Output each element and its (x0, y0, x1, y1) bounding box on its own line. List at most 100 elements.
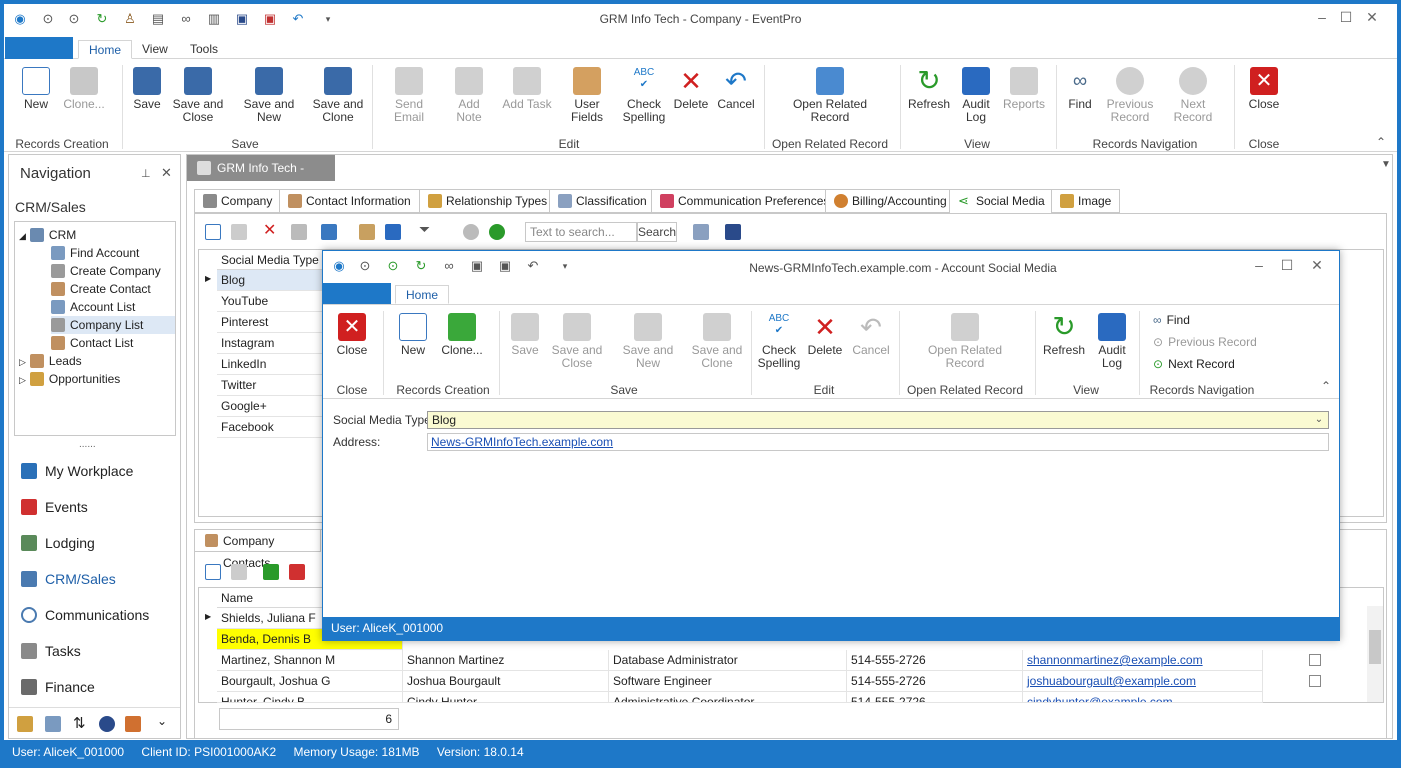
audit-icon[interactable] (385, 224, 401, 240)
find-button[interactable]: ∞ Find (1064, 67, 1096, 111)
refresh-button[interactable]: ↻ Refresh (906, 67, 952, 111)
contact-checkbox[interactable] (1309, 675, 1321, 687)
reports-button[interactable]: Reports (1002, 67, 1046, 111)
chevron-down-icon[interactable]: ⌄ (1312, 412, 1326, 428)
module-crm-sales[interactable]: CRM/Sales (21, 567, 116, 591)
search-input[interactable]: Text to search... (525, 222, 637, 242)
filter-icon[interactable]: ⏷ (419, 221, 430, 238)
dialog-close-button[interactable]: ✕ Close (333, 313, 371, 357)
close-button[interactable]: ✕ Close (1244, 67, 1284, 111)
dialog-collapse-ribbon-icon[interactable]: ⌃ (1321, 379, 1331, 393)
save-and-close-button[interactable]: Save and Close (172, 67, 224, 124)
contact-email-link[interactable]: cindyhunter@example.com (1027, 695, 1173, 702)
find-icon[interactable] (693, 224, 709, 240)
tab-classification[interactable]: Classification (549, 189, 656, 213)
tab-home[interactable]: Home (78, 40, 133, 59)
close-tab-icon[interactable]: ✕ (340, 155, 350, 181)
tree-item-leads[interactable]: ▷ Leads (19, 352, 82, 370)
clone-contact-icon[interactable] (231, 564, 247, 580)
contact-email-link[interactable]: shannonmartinez@example.com (1027, 653, 1203, 667)
dialog-delete-button[interactable]: ✕ Delete (807, 313, 843, 357)
pin-icon[interactable]: ⊥ (141, 167, 151, 180)
chevron-down-icon[interactable]: ⌄ (157, 714, 167, 728)
tree-item-crm[interactable]: ◢ CRM (19, 226, 76, 244)
splitter-grip[interactable]: ...... (79, 439, 96, 450)
remove-contact-icon[interactable] (289, 564, 305, 580)
close-panel-icon[interactable]: ✕ (161, 165, 172, 181)
dialog-find-button[interactable]: ∞ Find (1153, 313, 1190, 327)
table-row[interactable]: Hunter, Cindy B (217, 692, 403, 703)
dialog-save-and-clone-button[interactable]: Save and Clone (691, 313, 743, 370)
add-note-button[interactable]: Add Note (444, 67, 494, 124)
dialog-check-spelling-button[interactable]: ABC ✔ Check Spelling (757, 313, 801, 370)
module-finance[interactable]: Finance (21, 675, 95, 699)
dialog-tab-home[interactable]: Home (395, 285, 450, 304)
previous-icon[interactable]: ⊙ (357, 258, 373, 274)
clone-icon[interactable] (231, 224, 247, 240)
find-icon[interactable]: ∞ (441, 258, 457, 274)
previous-icon[interactable] (463, 224, 479, 240)
user-fields-button[interactable]: User Fields (558, 67, 616, 124)
contacts-scrollbar[interactable] (1367, 606, 1383, 702)
tree-item-create-contact[interactable]: Create Contact (51, 280, 151, 298)
tab-view[interactable]: View (132, 40, 178, 59)
save-icon[interactable]: ▣ (469, 258, 485, 274)
module-lodging[interactable]: Lodging (21, 531, 95, 555)
save-and-clone-button[interactable]: Save and Clone (312, 67, 364, 124)
scrollbar-thumb[interactable] (1369, 630, 1381, 664)
contact-email-link[interactable]: joshuabourgault@example.com (1027, 674, 1196, 688)
cancel-button[interactable]: ↶ Cancel (716, 67, 756, 111)
minimize-button[interactable]: – (1310, 9, 1334, 25)
next-icon[interactable] (489, 224, 505, 240)
send-email-button[interactable]: Send Email (380, 67, 438, 124)
dialog-previous-record-button[interactable]: ⊙ Previous Record (1153, 335, 1257, 349)
report-icon[interactable] (291, 224, 307, 240)
search-button[interactable]: Search (637, 222, 677, 242)
delete-icon[interactable]: ✕ (263, 220, 276, 240)
save-button[interactable]: Save (132, 67, 162, 111)
dialog-save-button[interactable]: Save (509, 313, 541, 357)
tab-social-media[interactable]: ⋖ Social Media (949, 189, 1054, 214)
save-layout-icon[interactable] (725, 224, 741, 240)
tab-image[interactable]: Image (1051, 189, 1121, 213)
tree-item-contact-list[interactable]: Contact List (51, 334, 133, 352)
tab-contact-information[interactable]: Contact Information (279, 189, 420, 213)
module-events[interactable]: Events (21, 495, 88, 519)
maximize-button[interactable]: ☐ (1334, 9, 1358, 26)
module-communications[interactable]: Communications (21, 603, 149, 627)
dialog-save-and-close-button[interactable]: Save and Close (551, 313, 603, 370)
tab-relationship-types[interactable]: Relationship Types (419, 189, 557, 213)
check-spelling-button[interactable]: ABC ✔ Check Spelling (622, 67, 666, 124)
module-my-workplace[interactable]: My Workplace (21, 459, 133, 483)
export-icon[interactable] (359, 224, 375, 240)
dialog-clone-button[interactable]: Clone... (437, 313, 487, 357)
tree-item-create-company[interactable]: Create Company (51, 262, 161, 280)
new-contact-icon[interactable] (205, 564, 221, 580)
list-item[interactable]: LinkedIn (217, 354, 329, 375)
save-close-icon[interactable]: ▣ (497, 258, 513, 274)
contact-checkbox[interactable] (1309, 654, 1321, 666)
tree-item-opportunities[interactable]: ▷ Opportunities (19, 370, 120, 388)
address-link[interactable]: News-GRMInfoTech.example.com (431, 435, 613, 449)
tab-communication-preferences[interactable]: Communication Preferences (651, 189, 839, 213)
tab-company[interactable]: Company (194, 189, 282, 213)
list-item[interactable]: Blog (217, 270, 329, 291)
add-task-button[interactable]: Add Task (502, 67, 552, 111)
inventory-icon[interactable] (45, 716, 61, 732)
open-related-record-button[interactable]: Open Related Record (790, 67, 870, 124)
dialog-new-button[interactable]: New (395, 313, 431, 357)
file-menu-button[interactable] (5, 37, 73, 59)
customize-dropdown-icon[interactable]: ▾ (557, 258, 573, 274)
globe-icon[interactable] (99, 716, 115, 732)
notes-icon[interactable] (17, 716, 33, 732)
dialog-file-menu-button[interactable] (323, 283, 391, 304)
dialog-audit-log-button[interactable]: Audit Log (1093, 313, 1131, 370)
dialog-save-and-new-button[interactable]: Save and New (611, 313, 685, 370)
dialog-minimize-button[interactable]: – (1247, 257, 1271, 273)
list-item[interactable]: Google+ (217, 396, 329, 417)
columns-icon[interactable] (321, 224, 337, 240)
clone-button[interactable]: Clone... (62, 67, 106, 111)
undo-icon[interactable]: ↶ (525, 258, 541, 274)
module-tasks[interactable]: Tasks (21, 639, 81, 663)
tab-tools[interactable]: Tools (180, 40, 228, 59)
